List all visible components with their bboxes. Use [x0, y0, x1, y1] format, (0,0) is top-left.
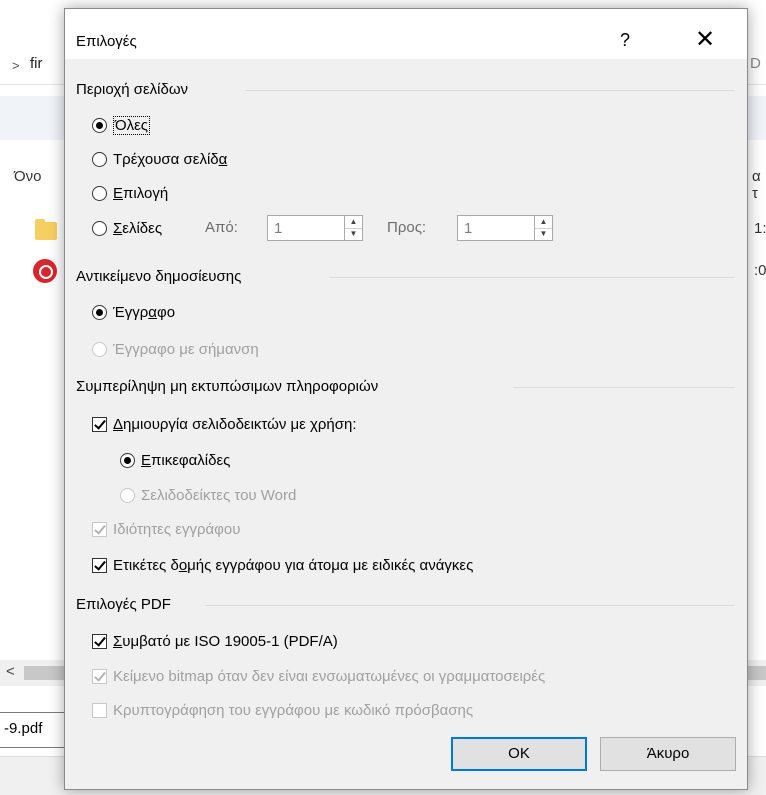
checkbox-bitmap-text[interactable]: Κείμενο bitmap όταν δεν είναι ενσωματωμέ… — [92, 664, 545, 688]
section-label: Επιλογές PDF — [76, 596, 171, 613]
filename-value: -9.pdf — [4, 720, 43, 737]
radio-button[interactable] — [92, 304, 107, 320]
to-label: Προς: — [387, 219, 427, 236]
section-non-printing: Συμπερίληψη μη εκτυπώσιμων πληροφοριών — [76, 376, 378, 398]
section-divider — [329, 277, 735, 278]
radio-label: Έγγραφο — [113, 303, 176, 321]
radio-selection[interactable]: Επιλογή — [92, 181, 168, 205]
section-divider — [513, 387, 735, 388]
radio-label: Όλες — [113, 115, 151, 135]
radio-document[interactable]: Έγγραφο — [92, 300, 175, 324]
pdf-file-icon — [33, 259, 57, 283]
checkbox-iso-pdfa[interactable]: Συμβατό με ISO 19005-1 (PDF/A) — [92, 629, 338, 653]
radio-button[interactable] — [92, 220, 107, 236]
cancel-button[interactable]: Άκυρο — [600, 737, 736, 771]
column-header-name[interactable]: Όνο — [14, 168, 41, 185]
radio-document-markup[interactable]: Έγγραφο με σήμανση — [92, 337, 259, 361]
checkbox[interactable] — [92, 702, 107, 718]
from-label: Από: — [205, 219, 238, 236]
checkbox-encrypt[interactable]: Κρυπτογράφηση του εγγράφου με κωδικό πρό… — [92, 698, 473, 722]
radio-word-bookmarks[interactable]: Σελιδοδείκτες του Word — [120, 483, 296, 507]
checkbox-create-bookmarks[interactable]: Δημιουργία σελιδοδεικτών με χρήση: — [92, 412, 357, 436]
spin-down-icon[interactable]: ▼ — [345, 228, 362, 240]
ok-button[interactable]: OK — [451, 737, 587, 771]
section-pdf-options: Επιλογές PDF — [76, 594, 171, 616]
checkbox[interactable] — [92, 633, 107, 649]
section-label: Αντικείμενο δημοσίευσης — [76, 268, 242, 285]
address-right-fragment: D — [750, 55, 761, 72]
to-page-value[interactable]: 1 — [464, 220, 472, 237]
checkbox[interactable] — [92, 416, 107, 432]
spin-down-icon[interactable]: ▼ — [535, 228, 552, 240]
to-page-spinner[interactable]: 1 ▲ ▼ — [457, 215, 553, 241]
radio-current-page[interactable]: Τρέχουσα σελίδα — [92, 147, 227, 171]
chevron-right-icon: > — [12, 58, 20, 73]
row-time: :0 — [754, 262, 766, 279]
checkbox-label: Ιδιότητες εγγράφου — [113, 520, 241, 538]
row-time: 1:3 — [754, 220, 766, 237]
path-fragment: fir — [30, 55, 43, 72]
radio-label: Σελίδες — [113, 219, 163, 237]
checkbox-document-properties[interactable]: Ιδιότητες εγγράφου — [92, 517, 240, 541]
radio-label: Έγγραφο με σήμανση — [113, 340, 259, 358]
radio-label: Σελιδοδείκτες του Word — [141, 486, 297, 504]
radio-all-pages[interactable]: Όλες — [92, 113, 151, 137]
checkbox-label: Συμβατό με ISO 19005-1 (PDF/A) — [113, 632, 338, 650]
options-dialog: Επιλογές ? ✕ Περιοχή σελίδων Όλες Τρέχου… — [64, 8, 748, 790]
scrollbar-thumb[interactable] — [24, 666, 64, 680]
section-divider — [245, 90, 735, 91]
checkbox-structure-tags[interactable]: Ετικέτες δομής εγγράφου για άτομα με ειδ… — [92, 553, 473, 577]
spinner-buttons: ▲ ▼ — [344, 216, 362, 240]
radio-button[interactable] — [92, 151, 107, 167]
section-divider — [205, 605, 735, 606]
help-button[interactable]: ? — [605, 23, 645, 57]
section-page-range: Περιοχή σελίδων — [76, 79, 188, 101]
radio-label: Επικεφαλίδες — [141, 451, 231, 469]
radio-headings[interactable]: Επικεφαλίδες — [120, 448, 230, 472]
dialog-title: Επιλογές — [76, 33, 137, 50]
radio-button[interactable] — [92, 185, 107, 201]
radio-button[interactable] — [120, 452, 135, 468]
radio-button[interactable] — [92, 117, 107, 133]
from-page-spinner[interactable]: 1 ▲ ▼ — [267, 215, 363, 241]
checkbox-label: Ετικέτες δομής εγγράφου για άτομα με ειδ… — [113, 556, 474, 574]
checkbox-label: Κείμενο bitmap όταν δεν είναι ενσωματωμέ… — [113, 667, 546, 685]
section-label: Περιοχή σελίδων — [76, 81, 189, 98]
radio-pages[interactable]: Σελίδες — [92, 216, 162, 240]
spinner-buttons: ▲ ▼ — [534, 216, 552, 240]
checkbox[interactable] — [92, 521, 107, 537]
radio-label: Επιλογή — [113, 184, 169, 202]
radio-button[interactable] — [120, 487, 135, 503]
column-header-date[interactable]: α τ — [752, 168, 766, 202]
close-button[interactable]: ✕ — [685, 23, 725, 57]
from-page-value[interactable]: 1 — [274, 220, 282, 237]
checkbox-label: Κρυπτογράφηση του εγγράφου με κωδικό πρό… — [113, 701, 474, 719]
scroll-left-arrow-icon[interactable]: < — [6, 663, 15, 680]
radio-label: Τρέχουσα σελίδα — [113, 150, 228, 168]
folder-icon — [35, 219, 57, 240]
section-label: Συμπερίληψη μη εκτυπώσιμων πληροφοριών — [76, 378, 379, 395]
section-publish-what: Αντικείμενο δημοσίευσης — [76, 266, 241, 288]
dialog-titlebar: Επιλογές ? ✕ — [65, 9, 747, 59]
radio-button[interactable] — [92, 341, 107, 357]
checkbox[interactable] — [92, 668, 107, 684]
checkbox-label: Δημιουργία σελιδοδεικτών με χρήση: — [113, 415, 357, 433]
checkbox[interactable] — [92, 557, 107, 573]
